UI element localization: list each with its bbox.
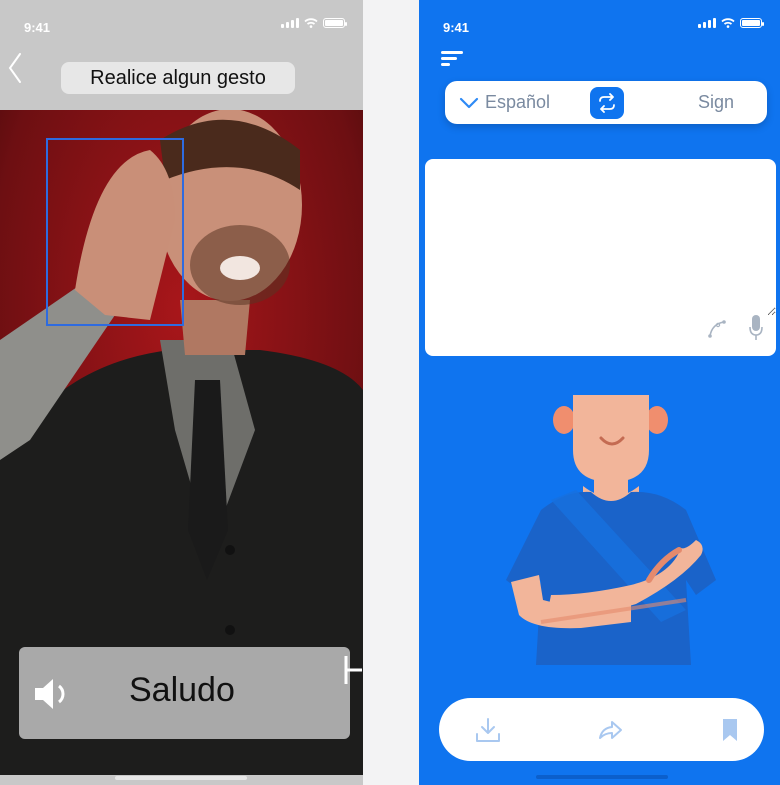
microphone-icon[interactable] — [748, 314, 764, 342]
panel-handle[interactable] — [344, 654, 363, 686]
action-bar — [439, 698, 764, 761]
gesture-prompt: Realice algun gesto — [61, 62, 295, 94]
status-bar: 9:41 — [0, 0, 363, 44]
draw-curve-icon[interactable] — [706, 316, 730, 340]
chevron-down-icon — [459, 97, 479, 108]
result-panel: Saludo — [19, 647, 350, 739]
target-language-label[interactable]: Sign — [698, 81, 734, 124]
status-icons — [698, 18, 764, 28]
recognized-gesture: Saludo — [129, 671, 235, 709]
translator-screen: 9:41 Español Sign — [419, 0, 780, 785]
status-time: 9:41 — [443, 20, 470, 35]
swap-icon — [599, 93, 615, 113]
chevron-left-icon[interactable] — [4, 50, 26, 86]
wifi-icon — [304, 18, 318, 28]
signal-icon — [698, 18, 716, 28]
status-icons — [281, 18, 347, 28]
home-indicator — [536, 775, 668, 779]
source-language-label: Español — [485, 92, 551, 112]
text-input-card — [425, 159, 776, 356]
gesture-recognition-screen: 9:41 Realice algun gesto Saludo — [0, 0, 363, 785]
download-icon[interactable] — [474, 716, 502, 744]
language-bar: Español Sign — [445, 81, 767, 124]
status-bar: 9:41 — [419, 0, 780, 44]
battery-icon — [323, 18, 347, 28]
swap-languages-button[interactable] — [590, 87, 624, 119]
detection-box — [46, 138, 184, 326]
text-input[interactable] — [425, 159, 776, 316]
home-indicator — [115, 776, 247, 780]
bookmark-icon[interactable] — [716, 716, 744, 744]
signal-icon — [281, 18, 299, 28]
share-icon[interactable] — [596, 716, 624, 744]
speaker-icon[interactable] — [33, 677, 73, 711]
status-time: 9:41 — [24, 20, 51, 35]
source-language-select[interactable]: Español — [459, 81, 550, 124]
menu-icon[interactable] — [441, 51, 463, 67]
battery-icon — [740, 18, 764, 28]
sign-avatar — [506, 395, 716, 665]
wifi-icon — [721, 18, 735, 28]
